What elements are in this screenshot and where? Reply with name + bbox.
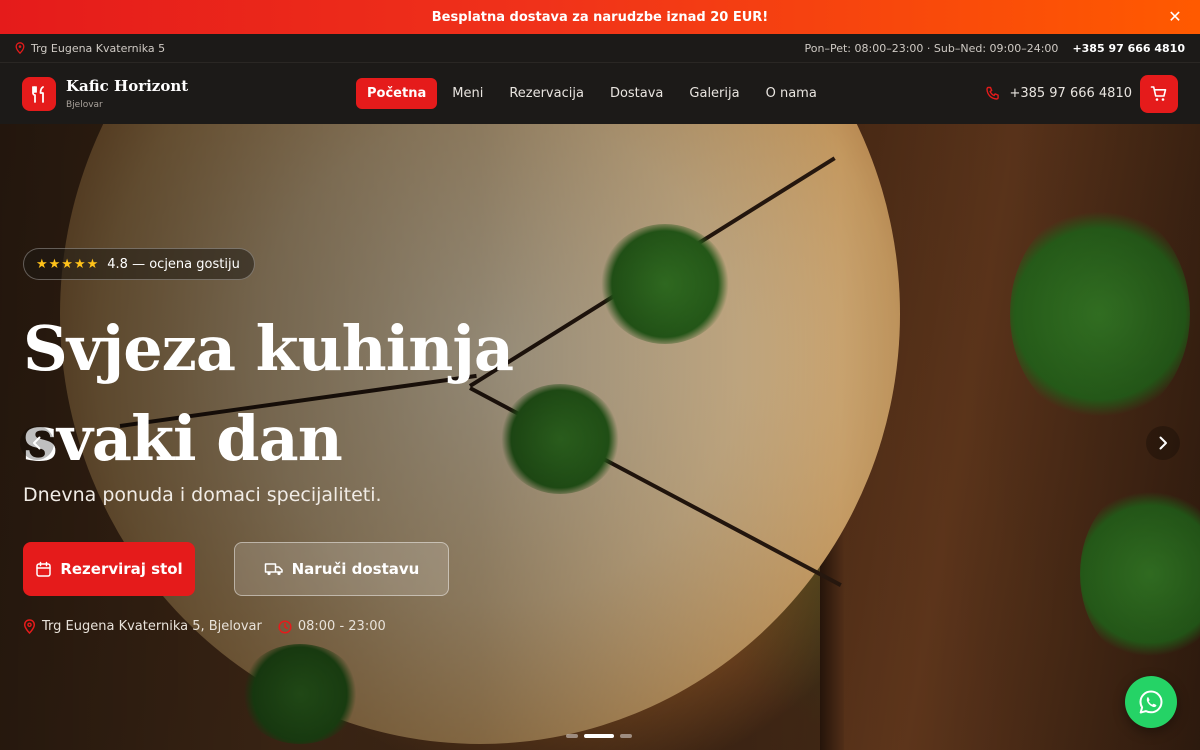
close-icon[interactable]: ✕: [1166, 8, 1184, 26]
brand-name: Kafic Horizont: [66, 77, 189, 95]
location-pin-icon: [23, 619, 36, 634]
cart-button[interactable]: [1140, 74, 1178, 113]
nav-item-meni[interactable]: Meni: [441, 78, 494, 109]
info-address: Trg Eugena Kvaternika 5: [15, 42, 165, 55]
clock-icon: [278, 619, 292, 634]
calendar-icon: [36, 561, 52, 577]
slider-prev-arrow[interactable]: [20, 426, 54, 460]
whatsapp-icon: [1139, 690, 1163, 714]
header-phone[interactable]: +385 97 666 4810: [1009, 86, 1132, 101]
location-pin-icon: [15, 42, 25, 54]
cart-icon: [1150, 85, 1167, 101]
nav-item-o-nama[interactable]: O nama: [755, 78, 828, 109]
nav-item-pocetna[interactable]: Početna: [356, 78, 438, 109]
order-delivery-button[interactable]: Naruči dostavu: [234, 542, 449, 596]
site-header: Kafic Horizont Bjelovar Početna Meni Rez…: [0, 62, 1200, 124]
brand-city: Bjelovar: [66, 100, 103, 110]
promo-text: Besplatna dostava za narudzbe iznad 20 E…: [431, 9, 769, 25]
main-nav: Početna Meni Rezervacija Dostava Galerij…: [356, 78, 828, 109]
star-icons: ★★★★★: [36, 256, 100, 272]
info-address-text: Trg Eugena Kvaternika 5: [31, 41, 166, 55]
slider-dot[interactable]: [620, 734, 632, 738]
rating-badge: ★★★★★ 4.8 — ocjena gostiju: [23, 248, 255, 280]
chevron-right-icon: [1159, 436, 1167, 450]
slider-next-arrow[interactable]: [1146, 426, 1180, 460]
order-delivery-label: Naruči dostavu: [291, 560, 420, 578]
whatsapp-button[interactable]: [1125, 676, 1177, 728]
slider-dot-active[interactable]: [584, 734, 614, 738]
promo-bar: Besplatna dostava za narudzbe iznad 20 E…: [0, 0, 1200, 34]
phone-icon: [986, 86, 1000, 100]
info-bar: Trg Eugena Kvaternika 5 Pon–Pet: 08:00–2…: [0, 34, 1200, 62]
hero-slider: ★★★★★ 4.8 — ocjena gostiju Svjeza kuhinj…: [0, 124, 1200, 750]
brand[interactable]: Kafic Horizont Bjelovar: [22, 76, 356, 111]
hero-title-line-1: Svjeza kuhinja: [23, 312, 514, 385]
chevron-left-icon: [33, 436, 41, 450]
reserve-table-label: Rezerviraj stol: [60, 560, 183, 578]
hero-hours: 08:00 - 23:00: [297, 619, 386, 634]
truck-icon: [264, 563, 283, 576]
hero-meta: Trg Eugena Kvaternika 5, Bjelovar 08:00 …: [23, 619, 386, 634]
slider-dots: [566, 734, 632, 738]
reserve-table-button[interactable]: Rezerviraj stol: [23, 542, 195, 596]
hero-title-line-2: svaki dan: [23, 402, 343, 475]
rating-text: 4.8 — ocjena gostiju: [107, 256, 240, 272]
hero-subtitle: Dnevna ponuda i domaci specijaliteti.: [23, 484, 382, 506]
nav-item-galerija[interactable]: Galerija: [678, 78, 750, 109]
hero-address: Trg Eugena Kvaternika 5, Bjelovar: [42, 619, 262, 634]
utensils-icon: [22, 76, 56, 111]
slider-dot[interactable]: [566, 734, 578, 738]
nav-item-dostava[interactable]: Dostava: [599, 78, 674, 109]
nav-item-rezervacija[interactable]: Rezervacija: [498, 78, 595, 109]
hero-title: Svjeza kuhinja svaki dan: [23, 304, 583, 484]
info-phone[interactable]: +385 97 666 4810: [1072, 42, 1185, 55]
opening-hours: Pon–Pet: 08:00–23:00 · Sub–Ned: 09:00–24…: [804, 41, 1059, 55]
